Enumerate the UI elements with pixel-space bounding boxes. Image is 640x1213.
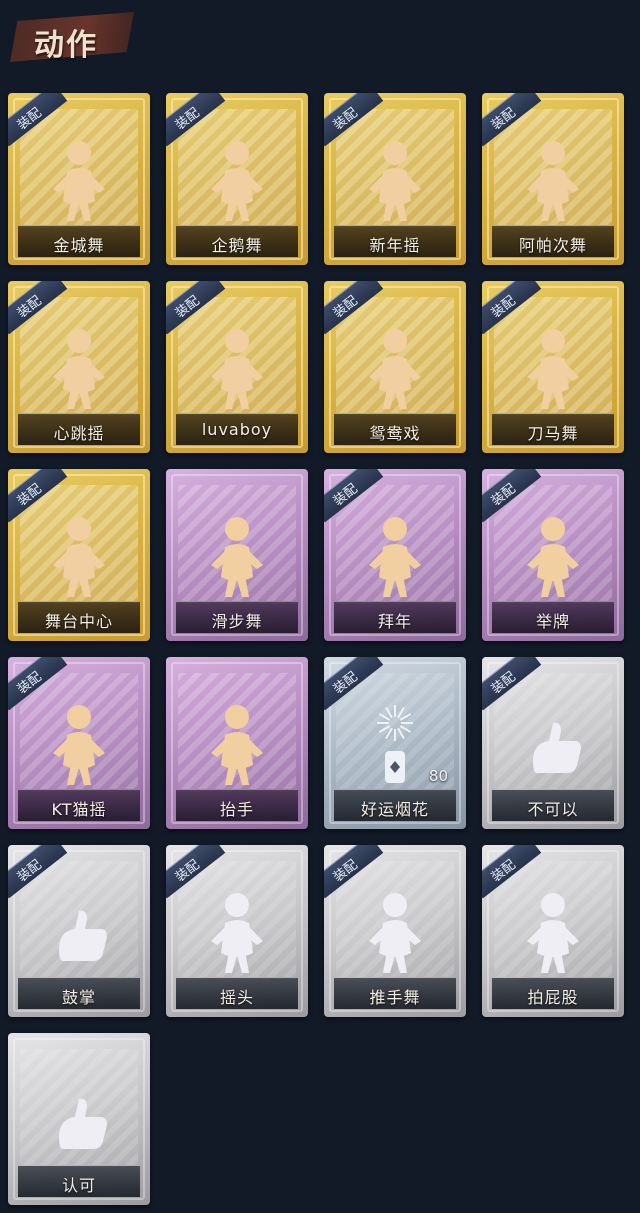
- card-label-bar: 举牌: [492, 602, 614, 633]
- action-card[interactable]: 阿帕次舞 装配: [482, 93, 624, 265]
- card-label-bar: 阿帕次舞: [492, 226, 614, 257]
- push-hand-icon: [369, 893, 421, 973]
- action-name: luvaboy: [201, 420, 273, 439]
- action-name: 滑步舞: [211, 612, 263, 631]
- action-card[interactable]: 新年摇 装配: [324, 93, 466, 265]
- action-card[interactable]: 企鹅舞 装配: [166, 93, 308, 265]
- action-name: 推手舞: [369, 988, 421, 1007]
- card-label-bar: 抬手: [176, 790, 298, 821]
- dance-figure-icon: [527, 329, 579, 409]
- card-label-bar: 认可: [18, 1166, 140, 1197]
- card-label-bar: 舞台中心: [18, 602, 140, 633]
- card-label-bar: 不可以: [492, 790, 614, 821]
- action-card[interactable]: 80 好运烟花 装配: [324, 657, 466, 829]
- action-name: 金城舞: [53, 236, 105, 255]
- card-label-bar: 刀马舞: [492, 414, 614, 445]
- action-card[interactable]: 不可以 装配: [482, 657, 624, 829]
- dance-figure-icon: [527, 141, 579, 221]
- card-label-bar: 滑步舞: [176, 602, 298, 633]
- action-name: 心跳摇: [53, 424, 105, 443]
- action-name: 认可: [61, 1176, 96, 1195]
- card-label-bar: 推手舞: [334, 978, 456, 1009]
- action-name: 拍屁股: [527, 988, 579, 1007]
- pat-icon: [527, 893, 579, 973]
- action-name: 阿帕次舞: [518, 236, 587, 255]
- card-label-bar: 好运烟花: [334, 790, 456, 821]
- action-name: 企鹅舞: [211, 236, 263, 255]
- action-card[interactable]: 拍屁股 装配: [482, 845, 624, 1017]
- sign-figure-icon: [527, 517, 579, 597]
- bow-figure-icon: [369, 517, 421, 597]
- action-card[interactable]: 拜年 装配: [324, 469, 466, 641]
- dance-figure-icon: [369, 329, 421, 409]
- action-card[interactable]: 鸳鸯戏 装配: [324, 281, 466, 453]
- finger-wag-icon: [533, 722, 581, 773]
- action-name: 举牌: [535, 612, 570, 631]
- dance-figure-icon: [369, 141, 421, 221]
- action-card[interactable]: 舞台中心 装配: [8, 469, 150, 641]
- dance-figure-icon: [53, 329, 105, 409]
- action-name: 好运烟花: [360, 800, 429, 819]
- card-label-bar: 拍屁股: [492, 978, 614, 1009]
- action-name: 摇头: [219, 988, 254, 1007]
- action-card[interactable]: 推手舞 装配: [324, 845, 466, 1017]
- action-name: 不可以: [527, 800, 579, 819]
- action-name: 抬手: [219, 800, 254, 819]
- dance-figure-icon: [211, 329, 263, 409]
- action-card[interactable]: 滑步舞: [166, 469, 308, 641]
- action-card[interactable]: luvaboy 装配: [166, 281, 308, 453]
- section-title: 动作: [34, 28, 98, 63]
- card-label-bar: 企鹅舞: [176, 226, 298, 257]
- card-label-bar: KT猫摇: [18, 790, 140, 821]
- shake-head-icon: [211, 893, 263, 973]
- action-card[interactable]: 心跳摇 装配: [8, 281, 150, 453]
- action-card[interactable]: 举牌 装配: [482, 469, 624, 641]
- card-label-bar: 心跳摇: [18, 414, 140, 445]
- card-label-bar: 鸳鸯戏: [334, 414, 456, 445]
- clap-icon: [59, 910, 107, 961]
- card-label-bar: luvaboy: [176, 414, 298, 445]
- card-label-bar: 拜年: [334, 602, 456, 633]
- action-name: 刀马舞: [527, 424, 579, 443]
- action-name: 鼓掌: [61, 988, 96, 1007]
- action-card[interactable]: 金城舞 装配: [8, 93, 150, 265]
- dance-figure-icon: [53, 517, 105, 597]
- action-name: 鸳鸯戏: [369, 424, 421, 443]
- card-label-bar: 新年摇: [334, 226, 456, 257]
- raise-hand-icon: [211, 705, 263, 785]
- card-label-bar: 金城舞: [18, 226, 140, 257]
- action-name: 新年摇: [369, 236, 421, 255]
- dance-figure-icon: [211, 517, 263, 597]
- dance-figure-icon: [211, 141, 263, 221]
- firework-icon: [377, 705, 413, 783]
- action-card[interactable]: 抬手: [166, 657, 308, 829]
- card-label-bar: 鼓掌: [18, 978, 140, 1009]
- action-card[interactable]: 刀马舞 装配: [482, 281, 624, 453]
- action-name: 舞台中心: [44, 612, 113, 631]
- dance-figure-icon: [53, 141, 105, 221]
- dance-figure-icon: [53, 705, 105, 785]
- action-card[interactable]: 摇头 装配: [166, 845, 308, 1017]
- action-card[interactable]: KT猫摇 装配: [8, 657, 150, 829]
- action-card[interactable]: 认可: [8, 1033, 150, 1205]
- action-card[interactable]: 鼓掌 装配: [8, 845, 150, 1017]
- card-label-bar: 摇头: [176, 978, 298, 1009]
- item-count: 80: [428, 767, 448, 785]
- thumbs-up-icon: [59, 1098, 107, 1149]
- action-name: 拜年: [377, 612, 412, 631]
- action-name: KT猫摇: [51, 800, 107, 819]
